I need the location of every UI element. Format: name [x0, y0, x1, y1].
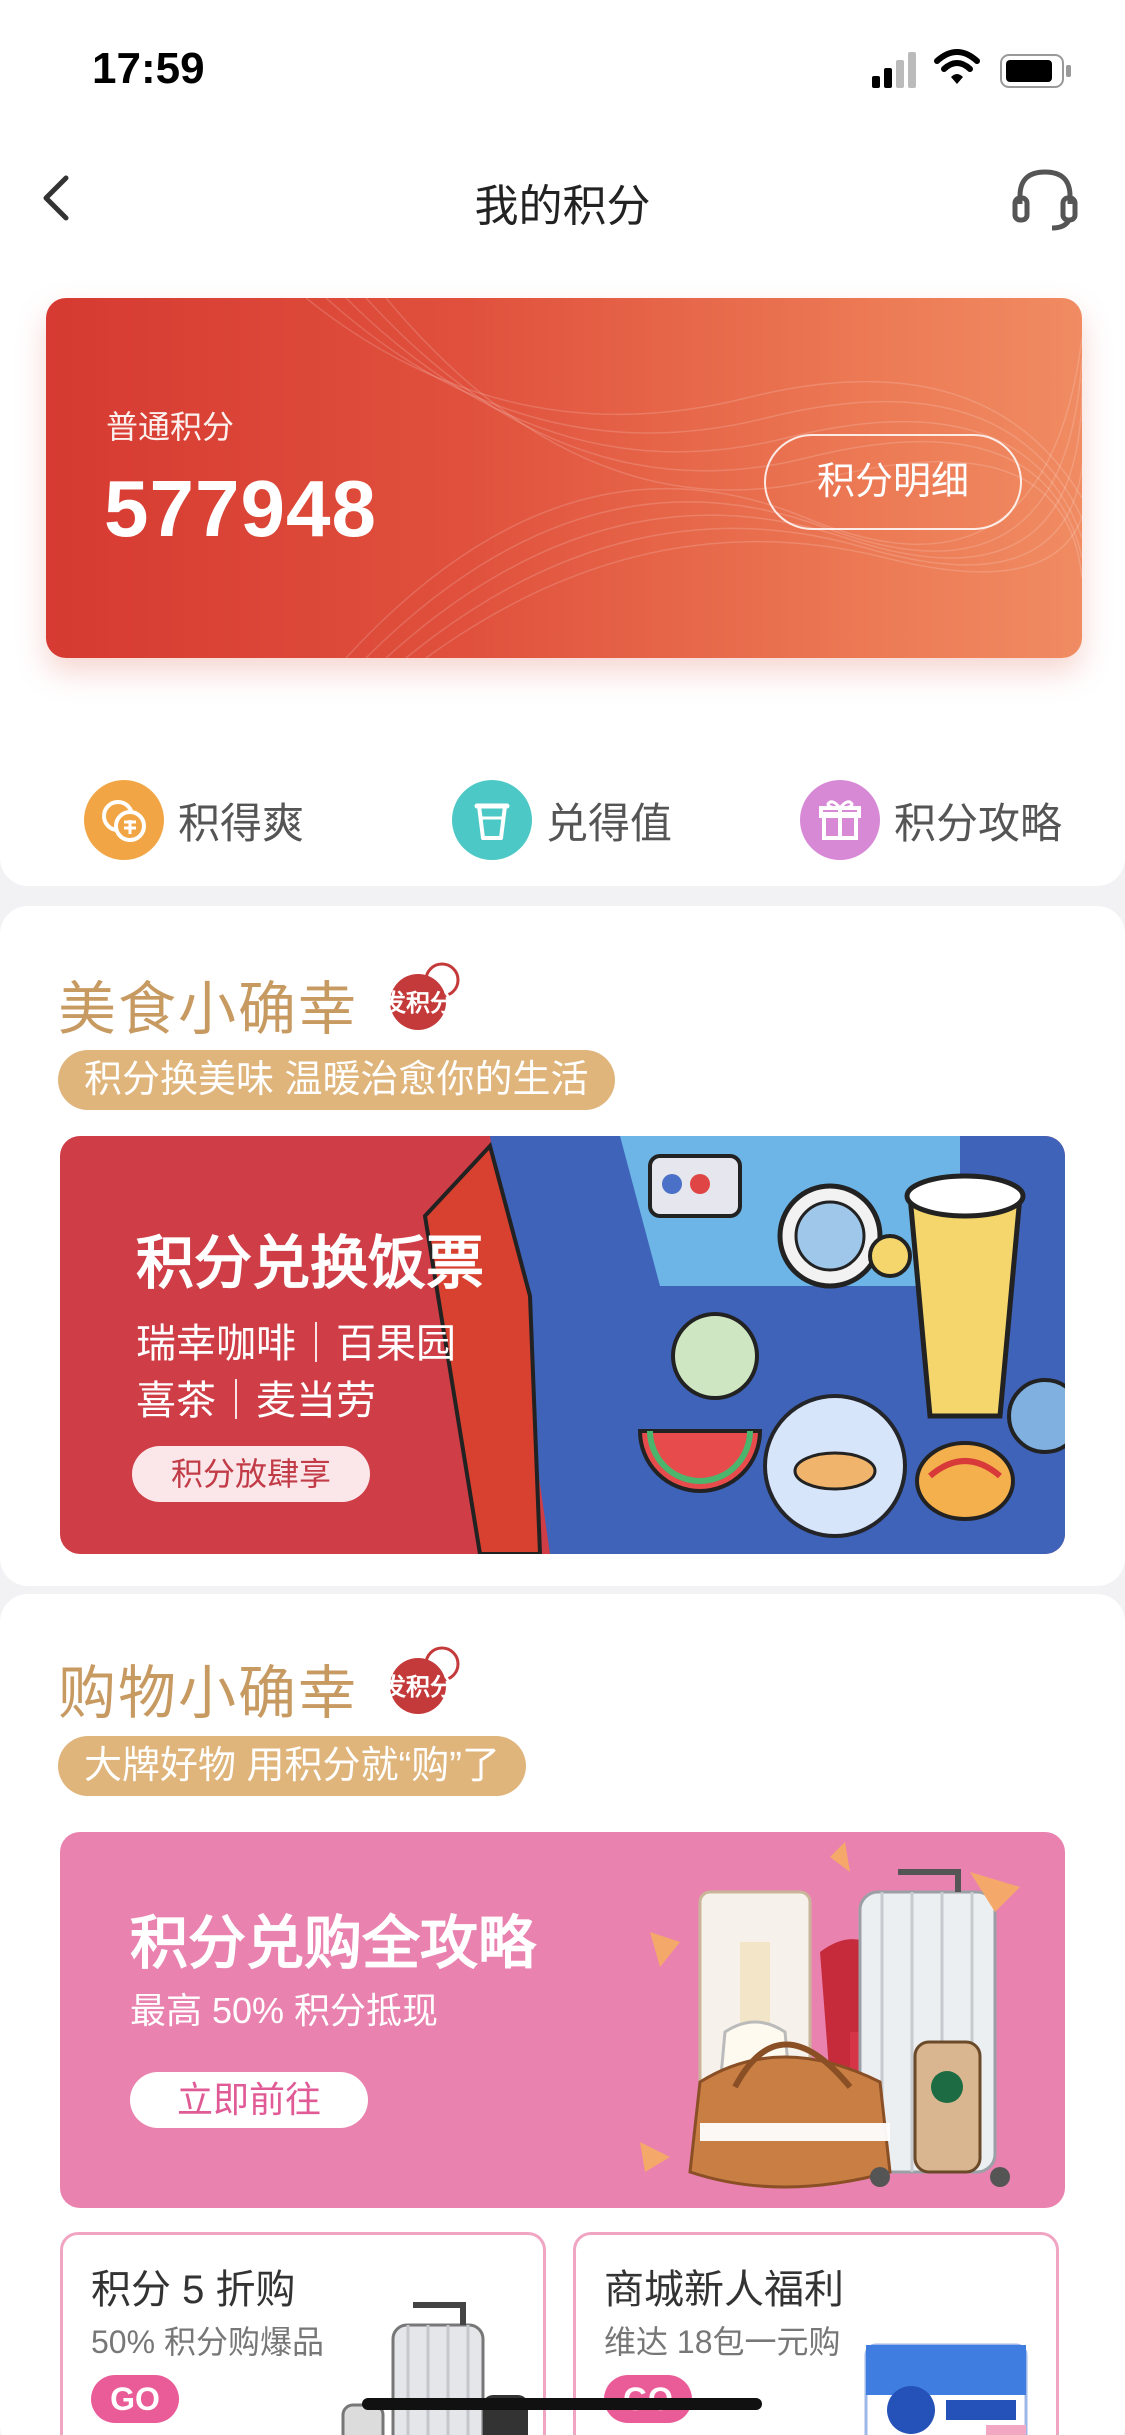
- food-banner-heading: 积分兑换饭票: [136, 1231, 485, 1296]
- quick-link-jidedshuang[interactable]: 积得爽: [84, 770, 304, 870]
- points-label: 普通积分: [106, 409, 235, 445]
- promo-subtitle: 50% 积分购爆品: [91, 2324, 324, 2360]
- gift-icon: [800, 780, 880, 860]
- quick-link-label: 兑得值: [546, 799, 673, 847]
- status-time: 17:59: [92, 44, 205, 93]
- points-seal-icon: 发积分: [384, 962, 460, 1030]
- shop-guide-banner[interactable]: 积分兑购全攻略 最高 50% 积分抵现 立即前往: [60, 1832, 1065, 2208]
- home-indicator: [362, 2398, 762, 2410]
- shop-section-subtitle: 大牌好物 用积分就“购”了: [58, 1736, 526, 1796]
- food-banner-brands-2: 喜茶｜麦当劳: [136, 1379, 376, 1423]
- cellular-signal-icon: [872, 52, 916, 88]
- shop-banner-subline: 最高 50% 积分抵现: [130, 1990, 439, 2031]
- seal-text: 发积分: [384, 1673, 454, 1701]
- customer-service-headset-icon[interactable]: [1010, 164, 1080, 234]
- promo-title: 积分 5 折购: [91, 2268, 296, 2312]
- seal-text: 发积分: [384, 989, 454, 1017]
- shop-banner-button[interactable]: 立即前往: [130, 2072, 368, 2128]
- quick-link-duidezhi[interactable]: 兑得值: [452, 770, 672, 870]
- food-banner-brands-1: 瑞幸咖啡｜百果园: [136, 1322, 456, 1366]
- quick-link-label: 积分攻略: [894, 799, 1063, 847]
- status-bar: 17:59: [0, 0, 1125, 140]
- promo-products-image: [341, 2302, 528, 2435]
- quick-link-points-guide[interactable]: 积分攻略: [800, 770, 1062, 870]
- food-voucher-banner[interactable]: 积分兑换饭票 瑞幸咖啡｜百果园 喜茶｜麦当劳 积分放肆享: [60, 1136, 1065, 1554]
- page-title: 我的积分: [474, 182, 651, 231]
- points-seal-icon: 发积分: [384, 1646, 460, 1714]
- wifi-icon: [934, 49, 980, 84]
- coins-icon: [84, 780, 164, 860]
- battery-icon: [1000, 54, 1071, 88]
- points-detail-button[interactable]: 积分明细: [764, 434, 1022, 530]
- points-value: 577948: [104, 464, 377, 553]
- quick-link-label: 积得爽: [178, 799, 305, 847]
- shop-banner-heading: 积分兑购全攻略: [130, 1911, 537, 1976]
- promo-tissue-image: [864, 2343, 1028, 2435]
- food-section-title: 美食小确幸: [58, 977, 359, 1042]
- promo-subtitle: 维达 18包一元购: [604, 2324, 841, 2360]
- points-overview: 普通积分 577948 积分明细 积得爽 兑得值 积分攻略: [0, 260, 1125, 886]
- promo-go-button[interactable]: GO: [91, 2375, 179, 2423]
- points-card: 普通积分 577948 积分明细: [46, 298, 1082, 658]
- quick-links: 积得爽 兑得值 积分攻略: [0, 770, 1125, 870]
- cup-icon: [452, 780, 532, 860]
- promo-title: 商城新人福利: [604, 2268, 844, 2312]
- food-section-subtitle: 积分换美味 温暖治愈你的生活: [58, 1050, 615, 1110]
- food-banner-button[interactable]: 积分放肆享: [132, 1446, 370, 1502]
- shop-section-title: 购物小确幸: [58, 1661, 359, 1726]
- nav-bar: 我的积分: [0, 140, 1125, 260]
